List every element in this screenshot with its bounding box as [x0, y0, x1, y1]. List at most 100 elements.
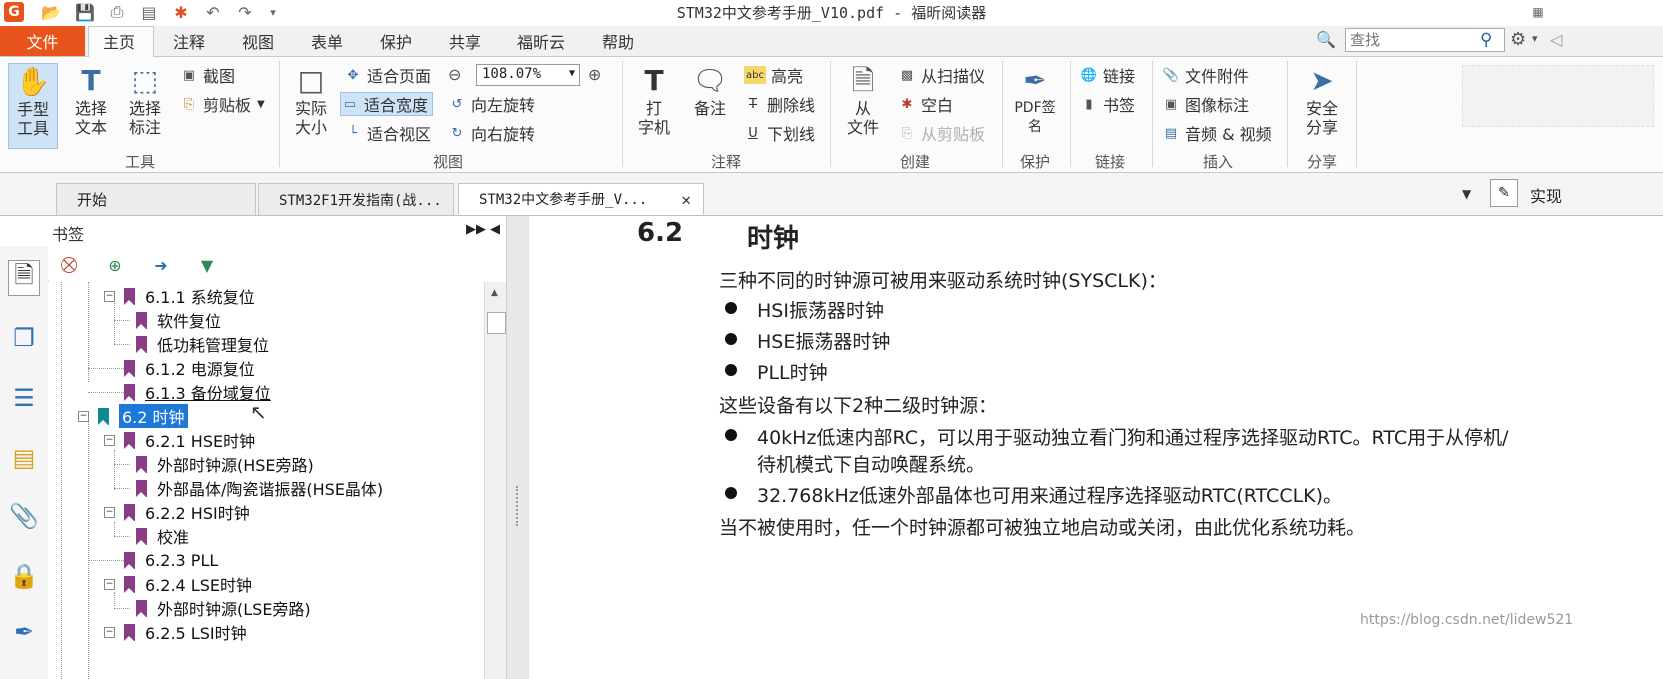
comments-panel-icon[interactable]: ▤ — [8, 442, 40, 474]
blank-button[interactable]: ✱ 空白 — [898, 93, 953, 115]
select-text-icon: T — [81, 63, 101, 97]
bookmark-item[interactable]: 外部时钟源(LSE旁路) — [136, 596, 311, 620]
bookmark-item[interactable]: − 6.2.4 LSE时钟 — [104, 572, 252, 596]
bookmark-item[interactable]: 6.1.3 备份域复位 — [124, 380, 271, 404]
bookmark-item[interactable]: − 6.1.1 系统复位 — [104, 284, 255, 308]
collapse-toggle[interactable]: − — [104, 507, 115, 518]
fit-page-button[interactable]: ✥ 适合页面 — [344, 64, 431, 86]
collapse-ribbon-icon[interactable]: ◁ — [1550, 30, 1562, 49]
bookmark-item[interactable]: 低功耗管理复位 — [136, 332, 269, 356]
move-bookmark-icon[interactable]: ➜ — [150, 254, 172, 276]
pen-edit-icon[interactable]: ✎ — [1490, 179, 1518, 207]
settings-gear-icon[interactable]: ⚙ — [1510, 29, 1526, 50]
from-scanner-button[interactable]: ▩ 从扫描仪 — [898, 64, 985, 86]
typewriter-button[interactable]: T 打 字机 — [630, 63, 678, 137]
tab-start[interactable]: 开始 — [56, 183, 256, 215]
panel-splitter[interactable] — [506, 216, 530, 679]
panel-collapse-icon[interactable]: ◀ — [490, 222, 500, 237]
collapse-toggle[interactable]: − — [104, 579, 115, 590]
highlight-button[interactable]: abc 高亮 — [744, 64, 803, 86]
select-text-button[interactable]: T 选择 文本 — [66, 63, 116, 137]
collapse-toggle[interactable]: − — [104, 435, 115, 446]
bookmark-item[interactable]: 6.2.3 PLL — [124, 548, 218, 572]
tab-home-label[interactable]: 主页 — [103, 26, 135, 56]
file-menu[interactable]: 文件 — [0, 26, 85, 56]
bookmark-item[interactable]: 校准 — [136, 524, 189, 548]
close-tab-icon[interactable]: ✕ — [681, 190, 691, 209]
bookmark-item[interactable]: − 6.2.5 LSI时钟 — [104, 620, 247, 644]
tab-share[interactable]: 共享 — [449, 26, 481, 56]
attachments-panel-icon[interactable]: 📎 — [8, 500, 40, 532]
bookmark-item[interactable]: 6.1.2 电源复位 — [124, 356, 255, 380]
delete-bookmark-icon[interactable]: ⛒ — [58, 254, 80, 276]
from-file-button[interactable]: 🗎 从 文件 — [838, 63, 888, 137]
rotate-right-button[interactable]: ↻ 向右旋转 — [448, 122, 535, 144]
select-annotation-button[interactable]: ⬚ 选择 标注 — [120, 63, 170, 137]
bookmark-scrollbar[interactable]: ▲ — [484, 282, 507, 679]
pages-panel-icon[interactable]: ❐ — [8, 322, 40, 354]
underline-button[interactable]: U 下划线 — [744, 122, 815, 144]
fit-width-button[interactable]: ▭ 适合宽度 — [340, 92, 434, 116]
image-annotation-button[interactable]: ▣ 图像标注 — [1162, 93, 1249, 115]
link-button[interactable]: 🌐 链接 — [1080, 64, 1135, 86]
mouse-cursor-icon: ↖ — [250, 400, 267, 424]
panel-expand-icon[interactable]: ▶▶ — [466, 222, 486, 237]
audio-video-button[interactable]: ▤ 音频 & 视频 — [1162, 122, 1272, 144]
layers-panel-icon[interactable]: ☰ — [8, 382, 40, 414]
tab-help[interactable]: 帮助 — [602, 26, 634, 56]
strikeout-button[interactable]: T 删除线 — [744, 93, 815, 115]
clipboard-button[interactable]: ⎘ 剪贴板 ▼ — [180, 93, 265, 115]
file-attachment-button[interactable]: 📎 文件附件 — [1162, 64, 1249, 86]
zoom-field[interactable]: 108.07% ▼ — [476, 64, 580, 86]
zoom-in-icon[interactable]: ⊕ — [588, 65, 601, 84]
tab-protect[interactable]: 保护 — [380, 26, 412, 56]
bookmark-item[interactable]: − 6.2.1 HSE时钟 — [104, 428, 255, 452]
secure-share-button[interactable]: ➤ 安全 分享 — [1296, 63, 1348, 137]
find-folder-icon[interactable]: 🔍 — [1316, 30, 1338, 52]
zoom-dropdown-icon[interactable]: ▼ — [569, 68, 575, 79]
scrollbar-thumb[interactable] — [487, 312, 506, 334]
bullet-text-continued: 待机模式下自动唤醒系统。 — [757, 454, 986, 476]
bookmark-item[interactable]: 软件复位 — [136, 308, 221, 332]
bookmark-item[interactable]: 外部时钟源(HSE旁路) — [136, 452, 314, 476]
window-grid-icon[interactable]: ▦ — [1527, 2, 1549, 22]
actual-size-button[interactable]: □ 实际 大小 — [287, 63, 335, 137]
settings-dropdown-icon[interactable]: ▾ — [1532, 32, 1538, 45]
signature-panel-icon[interactable]: ✒ — [8, 616, 40, 648]
tab-stm32-reference-manual[interactable]: STM32中文参考手册_V... ✕ — [458, 183, 704, 215]
bookmarks-panel-icon[interactable]: 🗎 — [8, 260, 40, 296]
scroll-up-icon[interactable]: ▲ — [491, 288, 498, 298]
bookmark-button[interactable]: ▮ 书签 — [1080, 93, 1135, 115]
zoom-out-icon[interactable]: ⊖ — [448, 65, 461, 84]
tree-connector — [114, 488, 130, 489]
bookmark-flag-icon — [124, 287, 135, 305]
fit-visible-button[interactable]: └ 适合视区 — [344, 122, 431, 144]
expand-bookmark-icon[interactable]: ▼ — [196, 254, 218, 276]
snapshot-button[interactable]: ▣ 截图 — [180, 64, 235, 86]
collapse-toggle[interactable]: − — [104, 291, 115, 302]
security-lock-icon[interactable]: 🔒 — [8, 560, 40, 592]
from-clipboard-button[interactable]: ⎘ 从剪贴板 — [898, 122, 985, 144]
add-bookmark-icon[interactable]: ⊕ — [104, 254, 126, 276]
pdf-sign-button[interactable]: ✒ PDF签 名 — [1008, 63, 1062, 137]
tab-view[interactable]: 视图 — [242, 26, 274, 56]
bookmark-item[interactable]: 外部晶体/陶瓷谐振器(HSE晶体) — [136, 476, 383, 500]
search-icon[interactable]: ⚲ — [1480, 30, 1492, 50]
collapse-toggle[interactable]: − — [104, 627, 115, 638]
bookmark-item-selected[interactable]: − 6.2 时钟 — [78, 404, 188, 428]
bookmark-item[interactable]: − 6.2.2 HSI时钟 — [104, 500, 250, 524]
collapse-toggle[interactable]: − — [78, 411, 89, 422]
tab-form[interactable]: 表单 — [311, 26, 343, 56]
tab-stm32f1-guide[interactable]: STM32F1开发指南(战... — [258, 183, 454, 215]
rotate-left-button[interactable]: ↺ 向左旋转 — [448, 93, 535, 115]
hand-tool-button[interactable]: ✋ 手型 工具 — [8, 63, 58, 149]
tab-foxit-cloud[interactable]: 福昕云 — [517, 26, 565, 56]
tab-comment[interactable]: 注释 — [173, 26, 205, 56]
tree-connector — [114, 344, 130, 345]
splitter-grip[interactable] — [516, 486, 520, 526]
media-icon: ▤ — [1164, 125, 1178, 141]
note-button[interactable]: 🗨 备注 — [686, 63, 734, 118]
search-input[interactable] — [1346, 29, 1479, 51]
right-action-label[interactable]: 实现 — [1530, 183, 1562, 207]
tab-list-dropdown-icon[interactable]: ▼ — [1462, 187, 1471, 201]
